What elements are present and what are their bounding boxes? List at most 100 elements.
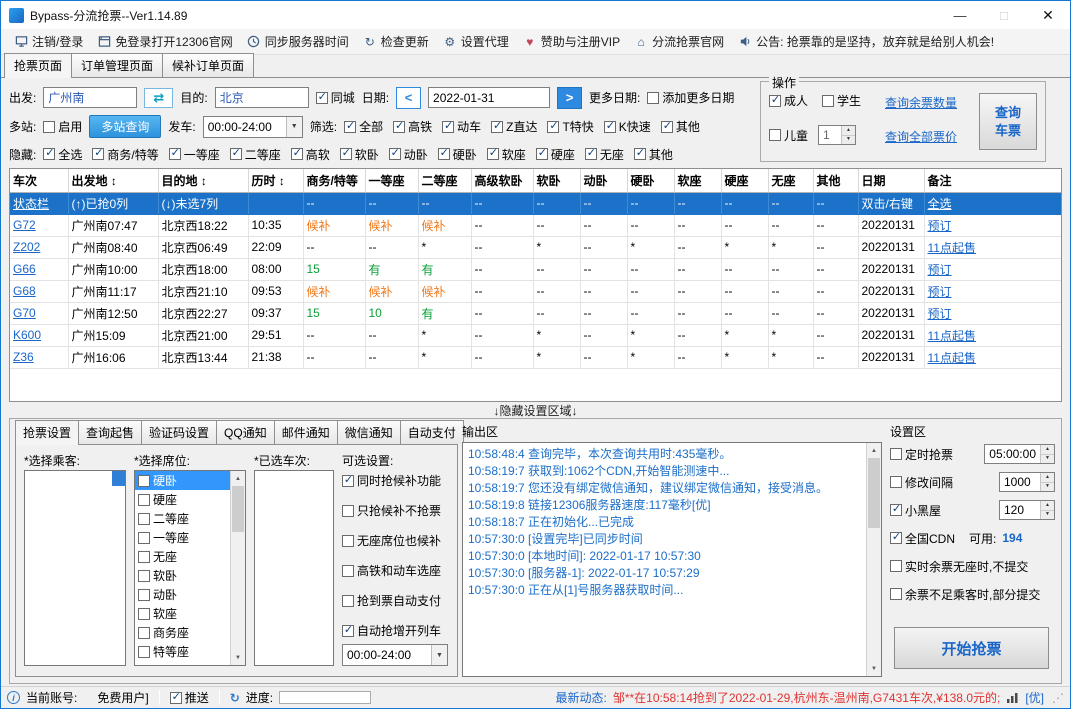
output-logbox[interactable]: 10:58:48:4 查询完毕，本次查询共用时:435毫秒。 10:58:19:7… bbox=[462, 442, 882, 677]
option-time-select[interactable]: 00:00-24:00 ▼ bbox=[342, 644, 448, 666]
filter-checkbox[interactable]: K快速 bbox=[603, 118, 651, 135]
spin-down-button[interactable]: ▼ bbox=[842, 135, 856, 144]
train-row[interactable]: G66 广州南10:00 北京西18:00 08:00 15 有有 -- -- -- -- -- --… bbox=[10, 258, 1061, 281]
resize-grip[interactable]: ⋰ bbox=[1052, 691, 1064, 705]
column-header[interactable]: 日期 bbox=[858, 169, 925, 193]
child-count-spinner[interactable]: 1 ▲ ▼ bbox=[818, 125, 857, 145]
tab-auto-pay[interactable]: 自动支付 bbox=[399, 420, 464, 444]
column-header[interactable]: 出发地 ↕ bbox=[68, 169, 159, 193]
log-scrollbar[interactable]: ▲ ▼ bbox=[866, 443, 881, 676]
tab-waitlist-page[interactable]: 候补订单页面 bbox=[162, 53, 255, 77]
column-header[interactable]: 软座 bbox=[674, 169, 722, 193]
seat-listbox[interactable]: 硬卧 硬座 二等座 一等座 无座 软卧 动卧 软座 商务座 特等座 ▲ ▼ bbox=[134, 470, 246, 666]
tab-order-page[interactable]: 订单管理页面 bbox=[71, 53, 164, 77]
student-checkbox[interactable]: 学生 bbox=[822, 92, 861, 109]
column-header[interactable]: 软卧 bbox=[533, 169, 581, 193]
seat-item[interactable]: 软卧 bbox=[135, 566, 230, 585]
spin-down-button[interactable]: ▼ bbox=[1041, 482, 1054, 491]
hide-checkbox[interactable]: 高软 bbox=[290, 146, 330, 163]
cell-link[interactable]: 预订 bbox=[924, 302, 1061, 325]
menu-check-update[interactable]: ↻ 检查更新 bbox=[356, 31, 436, 53]
column-header[interactable]: 车次 bbox=[10, 169, 69, 193]
filter-checkbox[interactable]: 其他 bbox=[660, 118, 700, 135]
date-prev-button[interactable]: < bbox=[396, 86, 422, 109]
cell-link[interactable]: 11点起售 bbox=[924, 346, 1061, 369]
cell-link[interactable]: Z36 bbox=[10, 346, 69, 369]
column-header[interactable]: 硬卧 bbox=[627, 169, 675, 193]
scroll-down-button[interactable]: ▼ bbox=[867, 661, 881, 676]
same-city-checkbox[interactable]: 同城 bbox=[315, 89, 355, 106]
depart-time-select[interactable]: 00:00-24:00 ▼ bbox=[202, 115, 303, 138]
train-row[interactable]: G68 广州南11:17 北京西21:10 09:53 候补 候补 候补 -- -- -- -- --… bbox=[10, 280, 1061, 303]
hide-checkbox[interactable]: 软卧 bbox=[339, 146, 379, 163]
cell-link[interactable]: 预订 bbox=[924, 258, 1061, 281]
seat-item[interactable]: 商务座 bbox=[135, 623, 230, 642]
start-grab-button[interactable]: 开始抢票 bbox=[894, 627, 1049, 669]
spin-up-button[interactable]: ▲ bbox=[1041, 473, 1054, 483]
selected-trains-listbox[interactable] bbox=[254, 470, 334, 666]
menu-logout-login[interactable]: 注销/登录 bbox=[7, 31, 90, 53]
seat-item[interactable]: 软座 bbox=[135, 604, 230, 623]
tab-email-notify[interactable]: 邮件通知 bbox=[273, 420, 338, 444]
train-row[interactable]: K600 广州15:09 北京西21:00 29:51 -- -- * -- * -- * -- * * -… bbox=[10, 324, 1061, 347]
column-header[interactable]: 商务/特等 bbox=[303, 169, 366, 193]
spinner-value[interactable]: 120 bbox=[1000, 501, 1040, 519]
tab-grab-page[interactable]: 抢票页面 bbox=[4, 53, 73, 78]
column-header[interactable]: 硬座 bbox=[721, 169, 769, 193]
cell-link[interactable]: G72 bbox=[10, 214, 69, 237]
status-row[interactable]: 状态栏 (↑)已抢0列 (↓)未选7列 -- -- -- -- -- -- -- -- -- -- -- 双… bbox=[10, 192, 1061, 215]
scroll-down-button[interactable]: ▼ bbox=[231, 650, 245, 665]
blacklist-time-spinner[interactable]: 120 ▲ ▼ bbox=[999, 500, 1055, 520]
hide-checkbox[interactable]: 动卧 bbox=[388, 146, 428, 163]
child-checkbox[interactable]: 儿童 bbox=[769, 127, 808, 144]
column-header[interactable]: 备注 bbox=[924, 169, 1061, 193]
seat-item[interactable]: 特等座 bbox=[135, 642, 230, 661]
modify-interval-checkbox[interactable]: 修改间隔 bbox=[890, 474, 953, 491]
spin-up-button[interactable]: ▲ bbox=[1041, 501, 1054, 511]
hide-checkbox[interactable]: 商务/特等 bbox=[92, 146, 159, 163]
column-header[interactable]: 一等座 bbox=[365, 169, 419, 193]
filter-checkbox[interactable]: T特快 bbox=[547, 118, 594, 135]
cell-link[interactable]: 全选 bbox=[924, 192, 1061, 215]
scroll-thumb[interactable] bbox=[232, 486, 244, 532]
query-ticket-button[interactable]: 查询 车票 bbox=[979, 93, 1037, 150]
cell-link[interactable]: G70 bbox=[10, 302, 69, 325]
cell-link[interactable]: 11点起售 bbox=[924, 236, 1061, 259]
tab-grab-settings[interactable]: 抢票设置 bbox=[15, 420, 80, 445]
cell-link[interactable]: 11点起售 bbox=[924, 324, 1061, 347]
seat-item[interactable]: 无座 bbox=[135, 547, 230, 566]
date-input[interactable]: 2022-01-31 bbox=[428, 87, 551, 108]
push-checkbox[interactable]: 推送 bbox=[169, 689, 209, 706]
swap-stations-button[interactable]: ⇄ bbox=[144, 87, 174, 108]
column-header[interactable]: 其他 bbox=[813, 169, 859, 193]
tab-qq-notify[interactable]: QQ通知 bbox=[216, 420, 275, 444]
column-header[interactable]: 高级软卧 bbox=[471, 169, 534, 193]
maximize-button[interactable]: □ bbox=[982, 1, 1026, 29]
blacklist-checkbox[interactable]: 小黑屋 bbox=[890, 502, 941, 519]
seat-item[interactable]: 二等座 bbox=[135, 509, 230, 528]
option-checkbox[interactable]: 自动抢增开列车 bbox=[342, 622, 454, 639]
option-checkbox[interactable]: 无座席位也候补 bbox=[342, 532, 454, 549]
minimize-button[interactable]: — bbox=[938, 1, 982, 29]
tab-wechat-notify[interactable]: 微信通知 bbox=[336, 420, 401, 444]
hide-checkbox[interactable]: 软座 bbox=[486, 146, 526, 163]
add-more-dates-checkbox[interactable]: 添加更多日期 bbox=[647, 89, 734, 106]
menu-sync-time[interactable]: 同步服务器时间 bbox=[240, 31, 356, 53]
train-row[interactable]: Z202 广州南08:40 北京西06:49 22:09 -- -- * -- * -- * -- * *… bbox=[10, 236, 1061, 259]
cell-link[interactable]: G66 bbox=[10, 258, 69, 281]
realtime-noseat-checkbox[interactable]: 实时余票无座时,不提交 bbox=[890, 558, 1028, 575]
tab-query-sale[interactable]: 查询起售 bbox=[78, 420, 143, 444]
date-next-button[interactable]: > bbox=[557, 86, 583, 109]
hide-checkbox[interactable]: 其他 bbox=[633, 146, 673, 163]
passenger-listbox[interactable] bbox=[24, 470, 126, 666]
train-row[interactable]: Z36 广州16:06 北京西13:44 21:38 -- -- * -- * -- * -- * * --… bbox=[10, 346, 1061, 369]
hide-checkbox[interactable]: 无座 bbox=[584, 146, 624, 163]
option-checkbox[interactable]: 只抢候补不抢票 bbox=[342, 502, 454, 519]
timed-grab-checkbox[interactable]: 定时抢票 bbox=[890, 446, 953, 463]
spinner-value[interactable]: 1000 bbox=[1000, 473, 1040, 491]
dest-input[interactable]: 北京 bbox=[214, 87, 309, 108]
cell-link[interactable]: 预订 bbox=[924, 214, 1061, 237]
seat-item[interactable]: 一等座 bbox=[135, 528, 230, 547]
hide-checkbox[interactable]: 全选 bbox=[43, 146, 82, 163]
filter-checkbox[interactable]: 高铁 bbox=[393, 118, 432, 135]
